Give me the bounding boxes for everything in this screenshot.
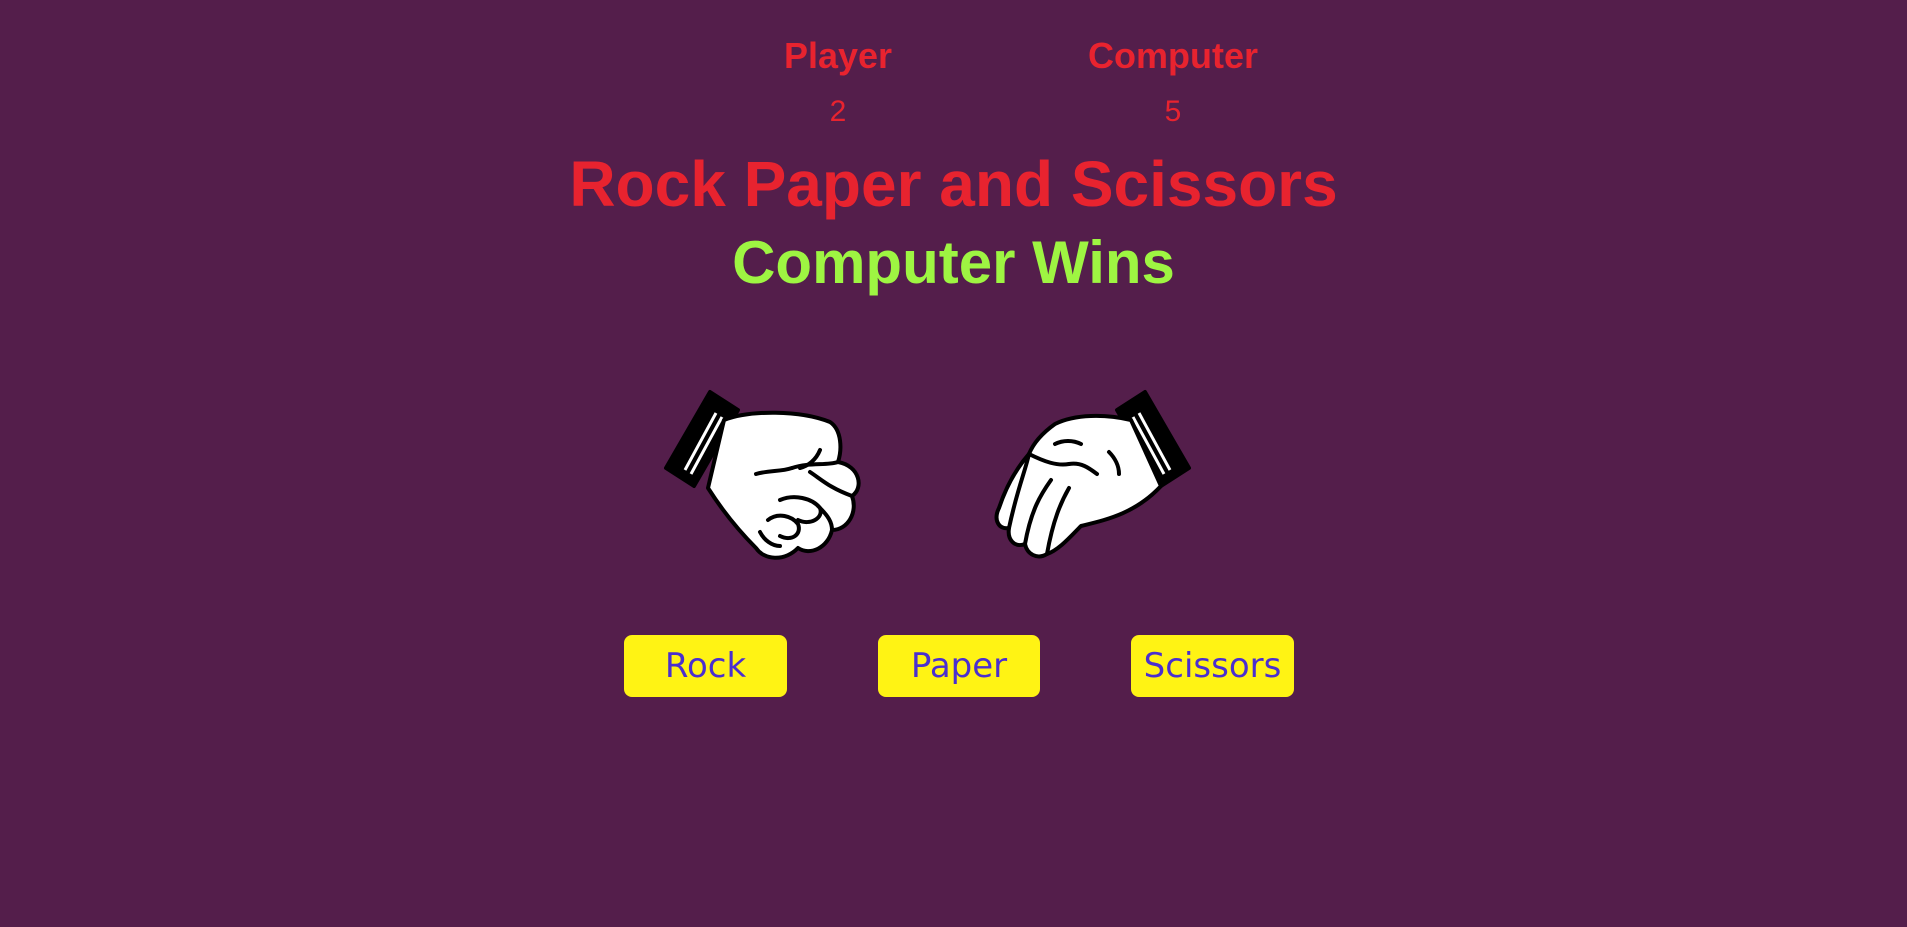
computer-score-panel: Computer 5 (1023, 30, 1323, 136)
player-label: Player (783, 35, 893, 76)
result-message: Computer Wins (732, 229, 1175, 296)
scissors-button[interactable]: Scissors (1131, 635, 1294, 697)
rock-fist-icon (664, 390, 861, 560)
game-title: Rock Paper and Scissors (569, 148, 1338, 220)
paper-button[interactable]: Paper (878, 635, 1040, 697)
player-score: 2 (829, 95, 847, 128)
rock-button[interactable]: Rock (624, 635, 787, 697)
paper-open-hand-icon (994, 390, 1191, 559)
computer-score: 5 (1164, 95, 1182, 128)
player-score-panel: Player 2 (688, 30, 988, 136)
computer-label: Computer (1088, 35, 1258, 76)
